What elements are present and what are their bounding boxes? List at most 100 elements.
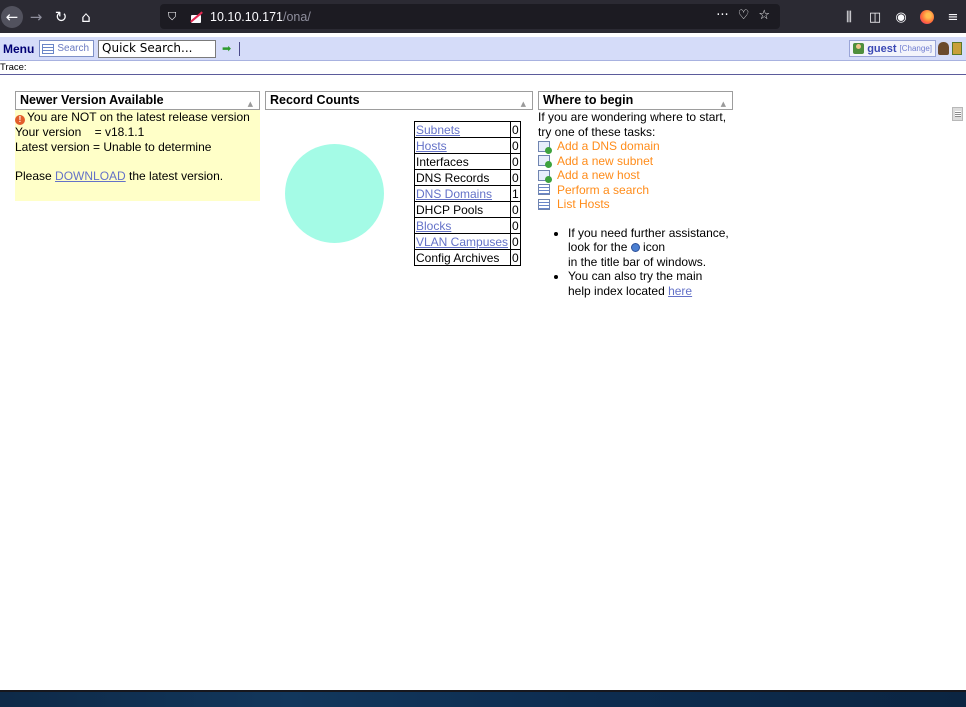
account-icon[interactable]: ◉ — [888, 10, 914, 25]
where-to-begin-panel: Where to begin ▲ If you are wondering wh… — [538, 91, 733, 298]
record-type-vlan-campuses[interactable]: VLAN Campuses — [414, 233, 511, 250]
task-link[interactable]: Add a new subnet — [538, 154, 733, 169]
record-counts-title-bar[interactable]: Record Counts ▲ — [265, 91, 533, 110]
help-tip-2: You can also try the main help index loc… — [568, 269, 733, 298]
tip1-line3: in the title bar of windows. — [568, 254, 707, 269]
record-count: 0 — [510, 217, 521, 234]
record-type-blocks[interactable]: Blocks — [414, 217, 511, 234]
trace-divider — [0, 74, 966, 75]
minimize-icon[interactable]: ▲ — [721, 96, 726, 113]
pocket-icon[interactable]: ♡ — [738, 8, 750, 23]
minimize-icon[interactable]: ▲ — [248, 96, 253, 113]
ona-menubar: Menu Search Quick Search... ➡ guest [Cha… — [0, 37, 966, 61]
quick-search-input[interactable]: Quick Search... — [98, 39, 217, 58]
record-counts-title: Record Counts — [270, 93, 360, 107]
task-label[interactable]: Add a DNS domain — [557, 139, 660, 154]
url-host: 10.10.10.171 — [210, 9, 283, 24]
task-list: Add a DNS domain Add a new subnet Add a ne… — [538, 139, 733, 212]
tip2-line1: You can also try the main — [568, 269, 703, 283]
reload-icon[interactable]: ↻ — [50, 6, 72, 28]
table-row: DNS Domains 1 — [414, 185, 521, 202]
record-type-dns-domains[interactable]: DNS Domains — [414, 185, 511, 202]
sidebar-icon[interactable]: ◫ — [862, 10, 888, 25]
task-label[interactable]: Add a new host — [557, 168, 640, 183]
warning-icon: ! — [15, 115, 25, 125]
help-index-link[interactable]: here — [668, 284, 692, 298]
forward-arrow-icon[interactable]: → — [25, 6, 47, 28]
minimize-icon[interactable]: ▲ — [521, 96, 526, 113]
record-type-subnets[interactable]: Subnets — [414, 121, 511, 138]
url-bar[interactable]: ⛉ 10.10.10.171/ona/ ··· ♡ ☆ — [160, 4, 780, 29]
toolbar-right: ⫼ ◫ ◉ ≡ — [836, 6, 966, 28]
version-warning: ! You are NOT on the latest release versi… — [15, 110, 260, 125]
task-link[interactable]: List Hosts — [538, 197, 733, 212]
tracking-shield-icon[interactable]: ⛉ — [168, 10, 184, 24]
tip2-line2: help index located — [568, 283, 669, 298]
side-panel-icon[interactable] — [952, 107, 963, 121]
insecure-lock-icon[interactable] — [190, 10, 204, 23]
trace-label: Trace: — [0, 62, 27, 73]
url-path: /ona/ — [283, 9, 311, 24]
change-user-link[interactable]: [Change] — [900, 44, 932, 53]
download-line: Please DOWNLOAD the latest version. — [15, 169, 260, 184]
record-type-dhcp-pools: DHCP Pools — [414, 201, 511, 218]
task-label[interactable]: Perform a search — [557, 183, 649, 198]
tip1-icon-word: icon — [639, 240, 666, 254]
url-actions: ··· ♡ ☆ — [716, 8, 770, 23]
page-actions-icon[interactable]: ··· — [716, 8, 728, 23]
back-arrow-icon[interactable]: ← — [1, 6, 23, 28]
record-count: 0 — [510, 169, 521, 186]
browser-toolbar: ← → ↻ ⌂ ⛉ 10.10.10.171/ona/ ··· ♡ ☆ ⫼ ◫ … — [0, 0, 966, 33]
table-row: DHCP Pools 0 — [414, 201, 521, 218]
begin-intro-2: try one of these tasks: — [538, 124, 656, 139]
begin-intro-1: If you are wondering where to start, — [538, 110, 727, 124]
user-login-box[interactable]: guest [Change] — [849, 40, 936, 57]
tip1-line1: If you need further assistance, — [568, 225, 729, 240]
user-name[interactable]: guest — [867, 43, 896, 55]
record-count: 1 — [510, 185, 521, 202]
record-type-interfaces: Interfaces — [414, 153, 511, 170]
library-icon[interactable]: ⫼ — [836, 10, 862, 25]
record-counts-pie-chart — [285, 144, 384, 243]
task-label[interactable]: List Hosts — [557, 197, 610, 212]
desktop-taskbar — [0, 690, 966, 707]
go-arrow-icon[interactable]: ➡ — [222, 42, 231, 55]
add-doc-icon — [538, 155, 552, 169]
search-button-label: Search — [57, 43, 90, 54]
task-link[interactable]: Add a DNS domain — [538, 139, 733, 154]
user-icon — [853, 43, 865, 54]
table-row: DNS Records 0 — [414, 169, 521, 186]
add-doc-icon — [538, 140, 552, 154]
record-count: 0 — [510, 233, 521, 250]
help-tip-1: If you need further assistance, look for… — [568, 226, 733, 270]
download-prefix: Please — [15, 168, 56, 183]
newer-version-title-bar[interactable]: Newer Version Available ▲ — [15, 91, 260, 110]
task-label[interactable]: Add a new subnet — [557, 154, 653, 169]
record-count: 0 — [510, 153, 521, 170]
record-count: 0 — [510, 121, 521, 138]
extension-fox-icon[interactable] — [920, 10, 934, 24]
home-icon[interactable]: ⌂ — [75, 6, 97, 28]
record-type-dns-records: DNS Records — [414, 169, 511, 186]
record-count: 0 — [510, 201, 521, 218]
download-link[interactable]: DOWNLOAD — [55, 169, 126, 183]
record-count: 0 — [510, 137, 521, 154]
bookmark-star-icon[interactable]: ☆ — [758, 8, 770, 23]
task-link[interactable]: Perform a search — [538, 183, 733, 198]
logout-icon[interactable] — [952, 42, 962, 55]
hamburger-menu-icon[interactable]: ≡ — [940, 10, 966, 25]
record-type-hosts[interactable]: Hosts — [414, 137, 511, 154]
table-row: Config Archives 0 — [414, 249, 521, 266]
search-button[interactable]: Search — [39, 40, 95, 57]
tip1-line2: look for the — [568, 240, 628, 254]
where-to-begin-title-bar[interactable]: Where to begin ▲ — [538, 91, 733, 110]
search-list-icon — [42, 43, 55, 54]
help-icon — [630, 243, 640, 252]
menu-separator — [239, 41, 241, 56]
admin-user-icon[interactable] — [938, 42, 949, 55]
record-counts-panel: Record Counts ▲ — [265, 91, 533, 110]
list-icon — [538, 198, 550, 210]
menu-button[interactable]: Menu — [1, 40, 36, 58]
your-version: Your version = v18.1.1 — [15, 125, 145, 139]
task-link[interactable]: Add a new host — [538, 168, 733, 183]
